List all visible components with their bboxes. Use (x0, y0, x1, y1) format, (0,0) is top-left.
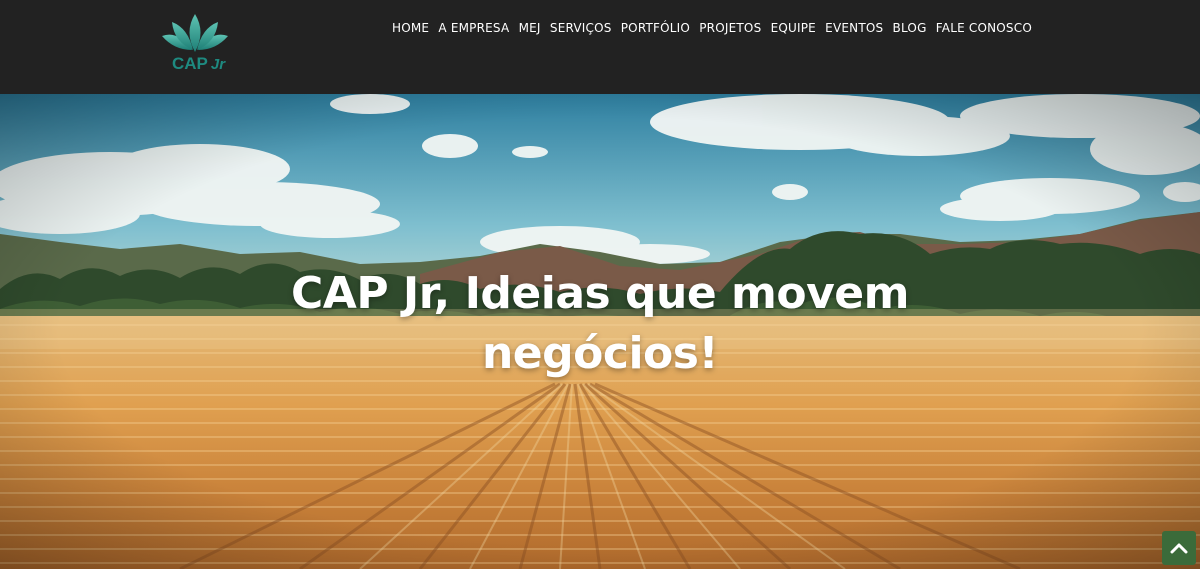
nav-item-home[interactable]: HOME (392, 21, 429, 35)
lotus-logo-icon (162, 14, 228, 52)
nav-item-servicos[interactable]: SERVIÇOS (550, 21, 612, 35)
hero-title-line-1: CAP Jr, Ideias que movem (291, 268, 909, 319)
logo-suffix: Jr (210, 56, 226, 73)
hero-banner: CAP Jr, Ideias que movem negócios! (0, 94, 1200, 569)
nav-item-eventos[interactable]: EVENTOS (825, 21, 883, 35)
nav-item-equipe[interactable]: EQUIPE (771, 21, 816, 35)
logo-wordmark[interactable]: CAP Jr (172, 54, 225, 74)
nav-item-fale-conosco[interactable]: FALE CONOSCO (936, 21, 1032, 35)
hero-title: CAP Jr, Ideias que movem negócios! (0, 264, 1200, 384)
nav-item-a-empresa[interactable]: A EMPRESA (438, 21, 509, 35)
chevron-up-icon (1170, 543, 1188, 554)
scroll-to-top-button[interactable] (1162, 531, 1196, 565)
main-nav: HOME A EMPRESA MEJ SERVIÇOS PORTFÓLIO PR… (392, 21, 1032, 35)
nav-item-blog[interactable]: BLOG (893, 21, 927, 35)
nav-item-mej[interactable]: MEJ (519, 21, 541, 35)
top-navbar: CAP Jr HOME A EMPRESA MEJ SERVIÇOS PORTFÓ… (0, 0, 1200, 94)
logo-text: CAP (172, 54, 208, 73)
nav-item-projetos[interactable]: PROJETOS (699, 21, 761, 35)
hero-title-line-2: negócios! (481, 328, 719, 379)
nav-item-portfolio[interactable]: PORTFÓLIO (621, 21, 690, 35)
